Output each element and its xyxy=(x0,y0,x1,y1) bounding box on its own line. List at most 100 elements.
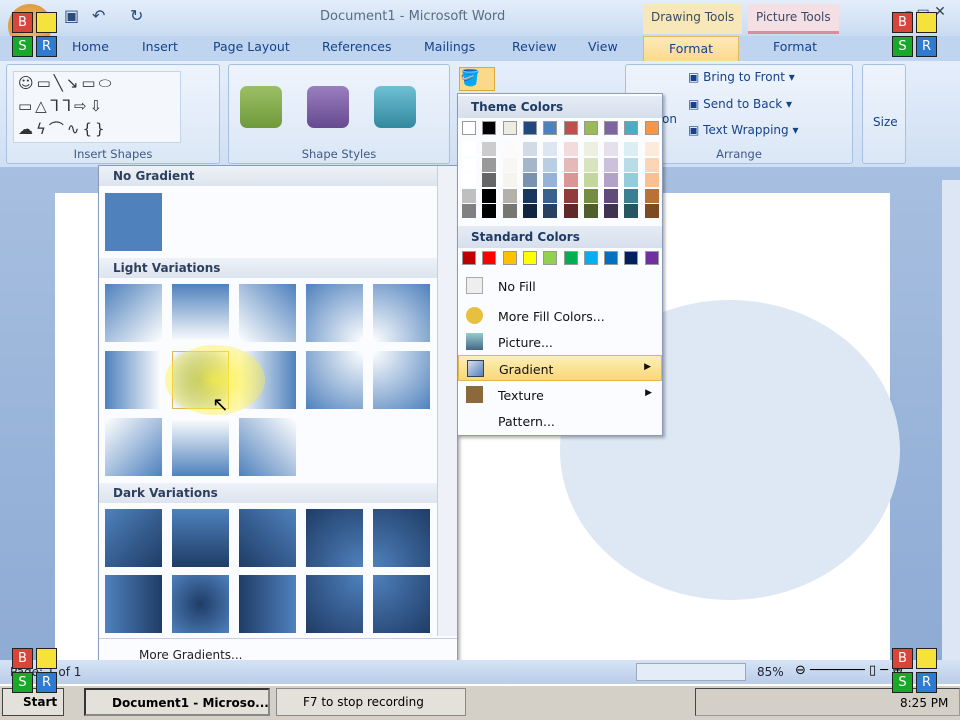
light-gradient-tile[interactable] xyxy=(373,284,430,342)
standard-color-swatch[interactable] xyxy=(522,251,537,265)
send-to-back-button[interactable]: ▣ Send to Back ▾ xyxy=(688,97,792,111)
theme-shade-swatch[interactable] xyxy=(482,188,497,203)
theme-shade-swatch[interactable] xyxy=(583,204,598,218)
standard-color-swatch[interactable] xyxy=(482,251,497,265)
theme-shade-swatch[interactable] xyxy=(543,173,558,187)
tab-page-layout[interactable]: Page Layout xyxy=(213,39,290,54)
view-buttons[interactable] xyxy=(636,663,746,681)
theme-shade-swatch[interactable] xyxy=(624,142,639,156)
light-gradient-tile[interactable] xyxy=(306,351,363,409)
theme-shade-swatch[interactable] xyxy=(502,157,517,172)
theme-shade-swatch[interactable] xyxy=(462,188,476,203)
theme-shade-swatch[interactable] xyxy=(604,204,619,218)
shape-fill-button[interactable]: 🪣 xyxy=(459,67,495,91)
theme-shade-swatch[interactable] xyxy=(522,157,537,172)
theme-shade-swatch[interactable] xyxy=(563,157,578,172)
undo-icon[interactable]: ↶ xyxy=(92,6,105,25)
tab-mailings[interactable]: Mailings xyxy=(424,39,475,54)
shapes-gallery[interactable]: ☺▭╲↘▭⬭ ▭△ᒣᒣ⇨⇩ ☁ϟ⌒∿{} xyxy=(13,71,181,143)
dark-gradient-tile[interactable] xyxy=(105,509,162,567)
standard-color-swatch[interactable] xyxy=(624,251,639,265)
no-fill-item[interactable]: No Fill xyxy=(458,273,662,299)
theme-shade-swatch[interactable] xyxy=(644,173,659,187)
theme-shade-swatch[interactable] xyxy=(644,204,659,218)
tab-home[interactable]: Home xyxy=(72,39,109,54)
taskbar-item-word[interactable]: Document1 - Microso... xyxy=(84,688,270,716)
theme-shade-swatch[interactable] xyxy=(563,173,578,187)
dark-gradient-tile[interactable] xyxy=(373,575,430,633)
theme-shade-swatch[interactable] xyxy=(644,157,659,172)
standard-color-swatch[interactable] xyxy=(543,251,558,265)
theme-color-swatch[interactable] xyxy=(644,121,659,135)
theme-shade-swatch[interactable] xyxy=(522,142,537,156)
light-gradient-tile[interactable] xyxy=(373,351,430,409)
theme-color-swatch[interactable] xyxy=(624,121,639,135)
gradient-item[interactable]: Gradient ▶ xyxy=(458,355,662,381)
theme-shade-swatch[interactable] xyxy=(624,188,639,203)
texture-item[interactable]: Texture ▶ xyxy=(458,382,662,408)
standard-color-swatch[interactable] xyxy=(604,251,619,265)
dark-gradient-tile[interactable] xyxy=(239,575,296,633)
shape-style-purple[interactable] xyxy=(307,86,349,128)
theme-shade-swatch[interactable] xyxy=(543,188,558,203)
theme-shade-swatch[interactable] xyxy=(583,173,598,187)
theme-shade-swatch[interactable] xyxy=(502,173,517,187)
shape-style-teal[interactable] xyxy=(374,86,416,128)
dark-gradient-tile[interactable] xyxy=(172,509,229,567)
theme-shade-swatch[interactable] xyxy=(502,142,517,156)
tab-view[interactable]: View xyxy=(588,39,618,54)
tab-picture-format[interactable]: Format xyxy=(773,39,817,54)
picture-item[interactable]: Picture... xyxy=(458,329,662,355)
theme-color-swatch[interactable] xyxy=(604,121,619,135)
standard-color-swatch[interactable] xyxy=(502,251,517,265)
dark-gradient-tile[interactable] xyxy=(306,509,363,567)
theme-shade-swatch[interactable] xyxy=(604,173,619,187)
light-gradient-tile[interactable] xyxy=(105,284,162,342)
zoom-level[interactable]: 85% xyxy=(757,665,784,679)
theme-shade-swatch[interactable] xyxy=(624,157,639,172)
dark-gradient-tile[interactable] xyxy=(306,575,363,633)
theme-shade-swatch[interactable] xyxy=(644,188,659,203)
theme-shade-swatch[interactable] xyxy=(482,204,497,218)
theme-shade-swatch[interactable] xyxy=(462,204,476,218)
theme-shade-swatch[interactable] xyxy=(604,142,619,156)
standard-color-swatch[interactable] xyxy=(563,251,578,265)
theme-color-swatch[interactable] xyxy=(502,121,517,135)
light-gradient-tile[interactable] xyxy=(239,418,296,476)
standard-color-swatch[interactable] xyxy=(583,251,598,265)
dark-gradient-tile[interactable] xyxy=(105,575,162,633)
theme-shade-swatch[interactable] xyxy=(462,142,476,156)
theme-shade-swatch[interactable] xyxy=(482,157,497,172)
theme-shade-swatch[interactable] xyxy=(462,157,476,172)
theme-shade-swatch[interactable] xyxy=(482,173,497,187)
theme-shade-swatch[interactable] xyxy=(563,188,578,203)
theme-shade-swatch[interactable] xyxy=(644,142,659,156)
theme-color-swatch[interactable] xyxy=(563,121,578,135)
theme-color-swatch[interactable] xyxy=(543,121,558,135)
standard-color-swatch[interactable] xyxy=(462,251,476,265)
light-gradient-tile[interactable] xyxy=(172,284,229,342)
standard-color-swatch[interactable] xyxy=(644,251,659,265)
theme-shade-swatch[interactable] xyxy=(583,188,598,203)
vertical-scrollbar[interactable] xyxy=(942,180,960,660)
theme-shade-swatch[interactable] xyxy=(604,188,619,203)
theme-shade-swatch[interactable] xyxy=(462,173,476,187)
theme-shade-swatch[interactable] xyxy=(543,204,558,218)
bring-to-front-button[interactable]: ▣ Bring to Front ▾ xyxy=(688,70,795,84)
position-label[interactable]: on xyxy=(662,112,677,126)
dark-gradient-tile[interactable] xyxy=(239,509,296,567)
more-fill-colors-item[interactable]: More Fill Colors... xyxy=(458,303,662,329)
theme-shade-swatch[interactable] xyxy=(522,173,537,187)
light-gradient-tile[interactable] xyxy=(105,418,162,476)
pattern-item[interactable]: Pattern... xyxy=(458,408,662,434)
save-icon[interactable]: ▣ xyxy=(64,6,79,25)
theme-shade-swatch[interactable] xyxy=(583,142,598,156)
theme-shade-swatch[interactable] xyxy=(543,157,558,172)
theme-shade-swatch[interactable] xyxy=(502,204,517,218)
light-gradient-tile[interactable] xyxy=(306,284,363,342)
shape-style-green[interactable] xyxy=(240,86,282,128)
theme-shade-swatch[interactable] xyxy=(522,188,537,203)
theme-color-swatch[interactable] xyxy=(522,121,537,135)
dark-gradient-tile[interactable] xyxy=(373,509,430,567)
light-gradient-tile[interactable] xyxy=(172,418,229,476)
